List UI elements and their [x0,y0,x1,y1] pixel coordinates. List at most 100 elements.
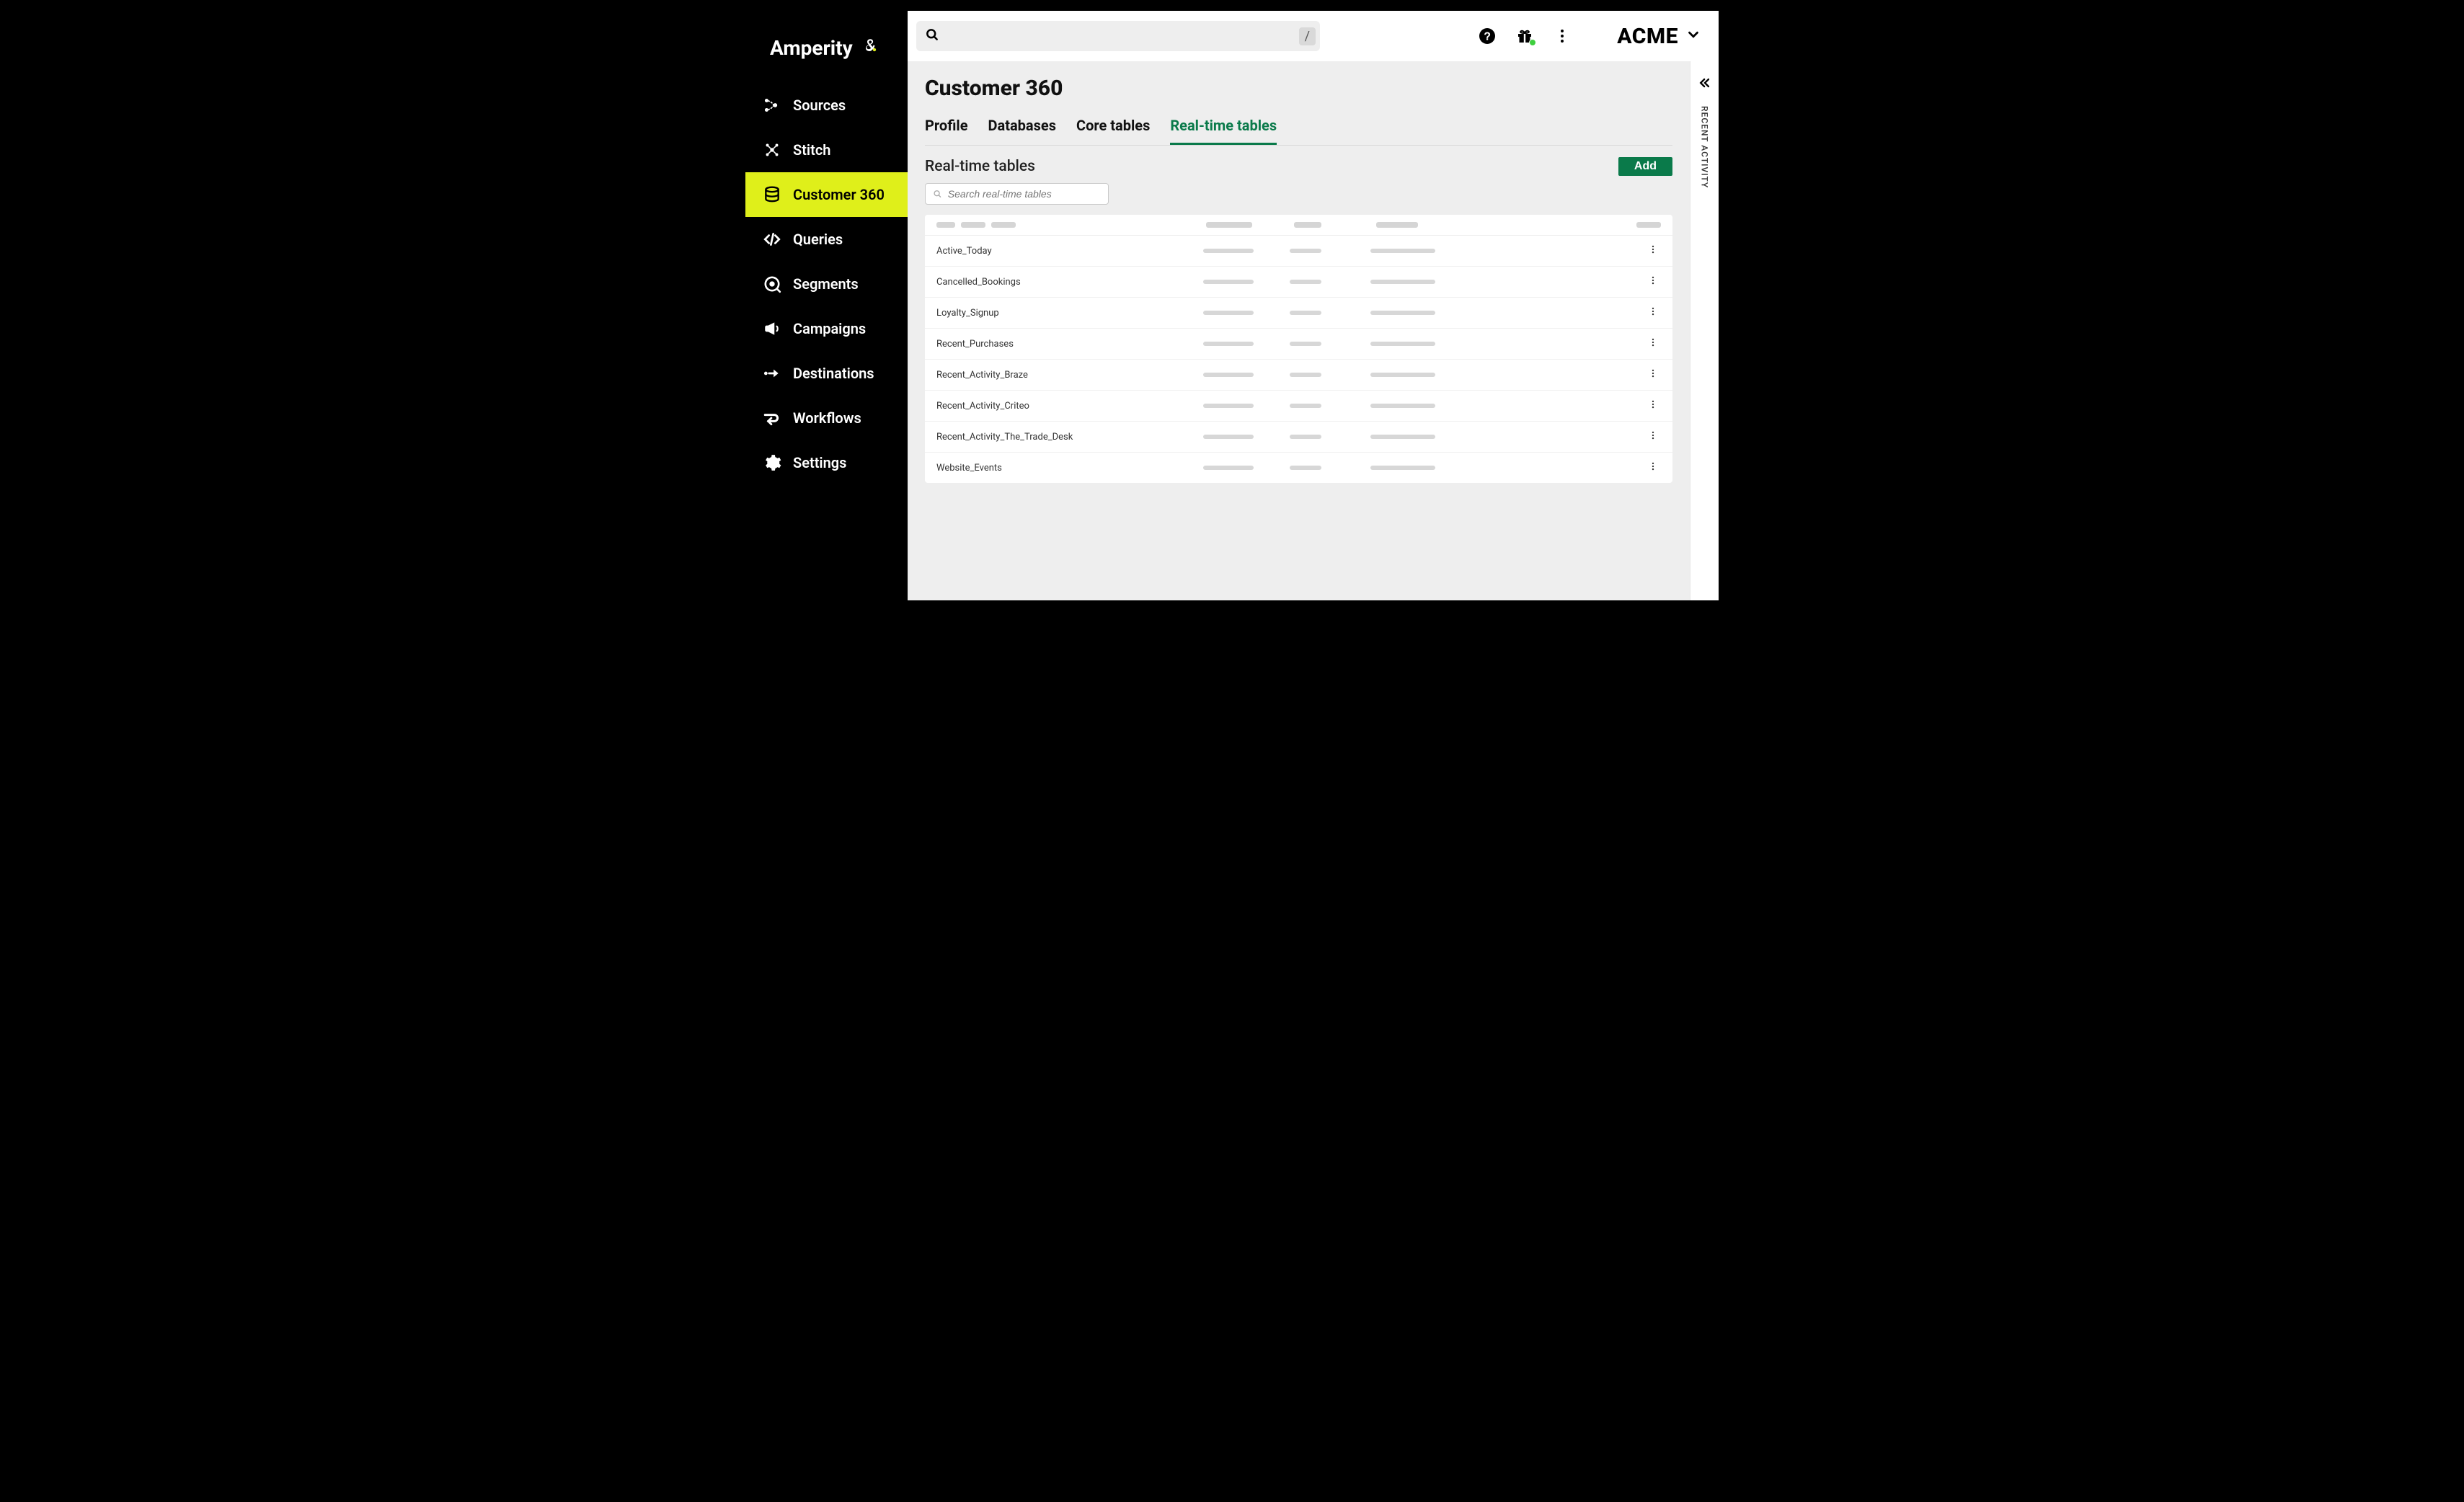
page-body: Customer 360 Profile Databases Core tabl… [908,61,1690,600]
row-kebab-icon[interactable] [1645,396,1661,415]
cell-skeleton [1203,466,1254,470]
sidebar-item-label: Customer 360 [793,186,885,203]
search-icon [925,27,939,45]
chevron-down-icon [1685,27,1701,45]
filter-box[interactable] [925,183,1109,205]
cell-skeleton [1203,342,1254,346]
sidebar-item-settings[interactable]: Settings [745,440,908,485]
cell-skeleton [1203,404,1254,408]
global-search-input[interactable] [947,30,1311,43]
cell-skeleton [1290,466,1321,470]
kebab-menu-icon[interactable] [1554,27,1571,45]
table-row[interactable]: Loyalty_Signup [925,298,1672,329]
table-row[interactable]: Recent_Activity_Criteo [925,391,1672,422]
section-title: Real-time tables [925,158,1035,175]
th-skeleton [936,222,955,228]
cell-skeleton [1290,373,1321,377]
tab-real-time-tables[interactable]: Real-time tables [1170,117,1277,145]
table-row[interactable]: Active_Today [925,236,1672,267]
sidebar-item-queries[interactable]: Queries [745,217,908,262]
sidebar-item-label: Campaigns [793,320,866,337]
sidebar-item-segments[interactable]: Segments [745,262,908,306]
row-kebab-icon[interactable] [1645,241,1661,260]
row-kebab-icon[interactable] [1645,458,1661,477]
page-title: Customer 360 [925,76,1672,101]
table-row[interactable]: Recent_Purchases [925,329,1672,360]
filter-input[interactable] [948,188,1101,200]
right-rail-label[interactable]: RECENT ACTIVITY [1700,106,1710,188]
app-window: Amperity Sources Stitch [735,0,1729,611]
help-icon[interactable] [1479,27,1496,45]
table-name: Recent_Activity_Criteo [936,401,1203,412]
cell-skeleton [1370,435,1435,439]
sidebar-item-label: Settings [793,454,846,471]
workflows-icon [763,409,781,427]
sidebar-item-label: Queries [793,231,843,248]
org-name: ACME [1617,24,1678,49]
cell-skeleton [1203,311,1254,315]
sidebar-item-label: Stitch [793,141,830,159]
cell-skeleton [1370,373,1435,377]
global-search[interactable]: / [916,21,1320,51]
org-switcher[interactable]: ACME [1617,24,1701,49]
sidebar-item-label: Destinations [793,365,874,382]
cell-skeleton [1370,280,1435,284]
cell-skeleton [1203,373,1254,377]
sidebar-item-customer-360[interactable]: Customer 360 [745,172,908,217]
main: / ACME [908,11,1719,600]
cell-skeleton [1370,311,1435,315]
cell-skeleton [1370,404,1435,408]
sidebar-item-campaigns[interactable]: Campaigns [745,306,908,351]
sidebar-item-destinations[interactable]: Destinations [745,351,908,396]
notification-dot [1529,39,1536,46]
tab-profile[interactable]: Profile [925,117,968,145]
tab-databases[interactable]: Databases [988,117,1056,145]
campaigns-icon [763,319,781,338]
th-skeleton [1376,222,1418,228]
collapse-icon[interactable] [1698,76,1712,93]
row-kebab-icon[interactable] [1645,303,1661,322]
cell-skeleton [1203,435,1254,439]
table-header [925,215,1672,236]
gear-icon [763,453,781,472]
brand-name: Amperity [770,36,853,60]
table-name: Recent_Activity_Braze [936,370,1203,381]
right-rail: RECENT ACTIVITY [1690,61,1719,600]
table-row[interactable]: Recent_Activity_The_Trade_Desk [925,422,1672,453]
sidebar-item-label: Segments [793,275,859,293]
table-row[interactable]: Cancelled_Bookings [925,267,1672,298]
add-button[interactable]: Add [1618,157,1672,176]
th-skeleton [1636,222,1661,228]
cell-skeleton [1290,342,1321,346]
sidebar-item-workflows[interactable]: Workflows [745,396,908,440]
cell-skeleton [1290,435,1321,439]
row-kebab-icon[interactable] [1645,427,1661,446]
cell-skeleton [1370,249,1435,253]
nav: Sources Stitch Customer 360 Queries [745,83,908,485]
slash-hint: / [1299,27,1316,45]
row-kebab-icon[interactable] [1645,272,1661,291]
sidebar-item-sources[interactable]: Sources [745,83,908,128]
table-name: Cancelled_Bookings [936,277,1203,288]
sidebar-item-label: Sources [793,97,846,114]
table-row[interactable]: Website_Events [925,453,1672,483]
sidebar-item-label: Workflows [793,409,861,427]
th-skeleton [961,222,985,228]
brand-ampersand-icon [857,35,879,60]
row-kebab-icon[interactable] [1645,365,1661,384]
tables-list: Active_Today Cancelled_Bookings Loyalty_… [925,215,1672,483]
cell-skeleton [1290,404,1321,408]
row-kebab-icon[interactable] [1645,334,1661,353]
table-name: Website_Events [936,463,1203,474]
table-row[interactable]: Recent_Activity_Braze [925,360,1672,391]
tab-core-tables[interactable]: Core tables [1076,117,1150,145]
th-skeleton [1294,222,1321,228]
sources-icon [763,96,781,115]
gift-icon[interactable] [1516,27,1533,45]
code-icon [763,230,781,249]
table-name: Recent_Purchases [936,339,1203,350]
cell-skeleton [1203,249,1254,253]
table-name: Active_Today [936,246,1203,257]
table-name: Loyalty_Signup [936,308,1203,319]
sidebar-item-stitch[interactable]: Stitch [745,128,908,172]
